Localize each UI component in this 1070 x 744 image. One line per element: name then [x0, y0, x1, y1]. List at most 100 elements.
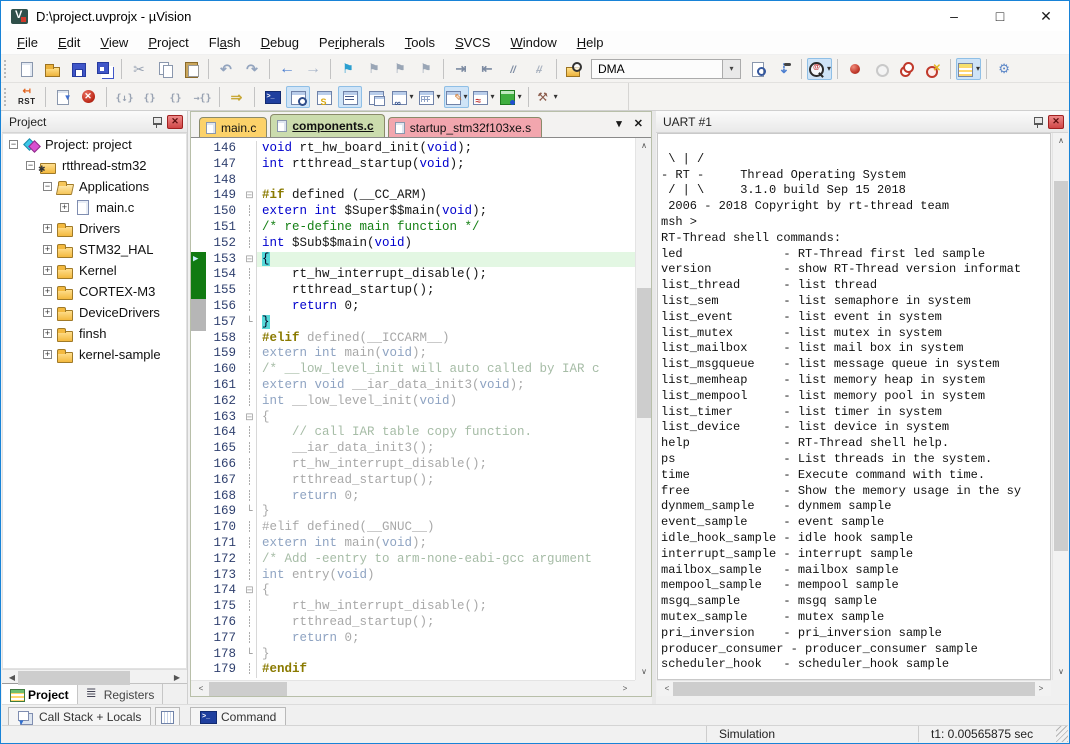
project-panel-close-icon[interactable]: [167, 115, 183, 129]
next-bookmark-button[interactable]: [362, 58, 386, 80]
incremental-find-button[interactable]: [772, 58, 796, 80]
menu-edit[interactable]: Edit: [48, 32, 90, 53]
new-file-button[interactable]: [14, 58, 38, 80]
call-stack-tab[interactable]: Call Stack + Locals: [8, 707, 151, 727]
menu-help[interactable]: Help: [567, 32, 614, 53]
undo-button[interactable]: [214, 58, 238, 80]
fold-marker-icon[interactable]: ⊟: [243, 252, 257, 268]
tree-item-devicedrivers[interactable]: +DeviceDrivers: [3, 302, 186, 323]
kill-all-breakpoints-button[interactable]: [921, 58, 945, 80]
symbol-window-button[interactable]: [312, 86, 336, 108]
tree-expander-icon[interactable]: +: [43, 329, 52, 338]
scrollbar-thumb[interactable]: [673, 682, 1035, 696]
disable-breakpoint-button[interactable]: [869, 58, 893, 80]
tree-item-rtthread-stm32[interactable]: −rtthread-stm32: [3, 155, 186, 176]
menu-peripherals[interactable]: Peripherals: [309, 32, 395, 53]
pin-icon[interactable]: [1033, 116, 1043, 128]
pin-icon[interactable]: [152, 116, 162, 128]
copy-button[interactable]: [153, 58, 177, 80]
navigate-back-button[interactable]: [275, 58, 299, 80]
editor-vscrollbar[interactable]: ∧ ∨: [635, 138, 651, 680]
project-tree-hscrollbar[interactable]: ◀ ▶: [2, 669, 187, 683]
lookup-symbol-caret-icon[interactable]: ▾: [827, 64, 831, 73]
reset-button[interactable]: ↤RST: [14, 86, 40, 108]
editor-hscrollbar[interactable]: < >: [191, 680, 635, 696]
code-editor[interactable]: 146void rt_hw_board_init(void);147int rt…: [191, 138, 635, 680]
tree-expander-icon[interactable]: −: [43, 182, 52, 191]
step-into-button[interactable]: [112, 86, 136, 108]
watch-window-button[interactable]: ▾: [390, 86, 415, 108]
fold-marker-icon[interactable]: ⊟: [243, 188, 257, 204]
stop-button[interactable]: [77, 86, 101, 108]
toolbar-grip[interactable]: [4, 88, 9, 106]
step-over-button[interactable]: [138, 86, 162, 108]
uart-vscrollbar[interactable]: ∧ ∨: [1052, 133, 1068, 680]
toolbar-grip[interactable]: [4, 60, 9, 78]
tree-item-kernel-sample[interactable]: +kernel-sample: [3, 344, 186, 365]
menu-debug[interactable]: Debug: [251, 32, 309, 53]
serial-windows-menu-caret-icon[interactable]: ▾: [464, 92, 468, 101]
watch-window-caret-icon[interactable]: ▾: [410, 92, 414, 101]
scrollbar-thumb[interactable]: [18, 671, 130, 685]
disable-all-breakpoints-button[interactable]: [895, 58, 919, 80]
command-tab[interactable]: Command: [190, 707, 286, 727]
memory-window-button[interactable]: [155, 707, 180, 727]
window-layout-button[interactable]: ▾: [956, 58, 981, 80]
editor-tab-main-c[interactable]: main.c: [199, 117, 267, 137]
scroll-right-arrow[interactable]: ▶: [169, 670, 185, 686]
command-window-button[interactable]: [260, 86, 284, 108]
toolbox-button[interactable]: ▾: [534, 86, 559, 108]
close-button[interactable]: ✕: [1023, 1, 1069, 31]
save-all-button[interactable]: [92, 58, 116, 80]
menu-file[interactable]: File: [7, 32, 48, 53]
logic-analyzer-button[interactable]: ▾: [471, 86, 496, 108]
tree-expander-icon[interactable]: +: [43, 266, 52, 275]
menu-window[interactable]: Window: [500, 32, 566, 53]
editor-tab-components-c[interactable]: components.c: [270, 114, 384, 137]
uncomment-selection-button[interactable]: [527, 58, 551, 80]
tree-item-finsh[interactable]: +finsh: [3, 323, 186, 344]
minimize-button[interactable]: –: [931, 1, 977, 31]
fold-marker-icon[interactable]: ⊟: [243, 583, 257, 599]
maximize-button[interactable]: □: [977, 1, 1023, 31]
lookup-symbol-button[interactable]: ▾: [807, 58, 832, 80]
find-combo[interactable]: DMA▾: [591, 59, 741, 79]
window-layout-caret-icon[interactable]: ▾: [976, 64, 980, 73]
panel-tab-registers[interactable]: Registers: [78, 684, 164, 705]
scroll-right-arrow[interactable]: >: [1033, 681, 1049, 697]
menu-svcs[interactable]: SVCS: [445, 32, 500, 53]
scrollbar-thumb[interactable]: [209, 682, 287, 696]
cut-button[interactable]: [127, 58, 151, 80]
comment-selection-button[interactable]: [501, 58, 525, 80]
scroll-right-arrow[interactable]: >: [617, 681, 633, 697]
tree-expander-icon[interactable]: −: [9, 140, 18, 149]
redo-button[interactable]: [240, 58, 264, 80]
memory-window-button[interactable]: ▾: [417, 86, 442, 108]
scrollbar-thumb[interactable]: [637, 288, 651, 418]
system-viewer-caret-icon[interactable]: ▾: [518, 92, 522, 101]
scroll-left-arrow[interactable]: <: [193, 681, 209, 697]
menu-project[interactable]: Project: [138, 32, 198, 53]
find-in-files-button[interactable]: [562, 58, 586, 80]
logic-analyzer-caret-icon[interactable]: ▾: [491, 92, 495, 101]
scroll-down-arrow[interactable]: ∨: [636, 664, 652, 680]
show-next-statement-button[interactable]: [225, 86, 249, 108]
editor-tab-startup-stm32f103xe-s[interactable]: startup_stm32f103xe.s: [388, 117, 542, 137]
tree-item-applications[interactable]: −Applications: [3, 176, 186, 197]
tree-expander-icon[interactable]: +: [43, 287, 52, 296]
toggle-breakpoint-button[interactable]: [843, 58, 867, 80]
tree-item-cortex-m3[interactable]: +CORTEX-M3: [3, 281, 186, 302]
memory-window-caret-icon[interactable]: ▾: [437, 92, 441, 101]
tree-expander-icon[interactable]: +: [43, 308, 52, 317]
paste-button[interactable]: [179, 58, 203, 80]
insert-bookmark-button[interactable]: [336, 58, 360, 80]
unindent-button[interactable]: [475, 58, 499, 80]
menu-tools[interactable]: Tools: [395, 32, 445, 53]
toolbox-caret-icon[interactable]: ▾: [554, 92, 558, 101]
uart-hscrollbar[interactable]: < >: [657, 680, 1051, 696]
serial-window-button[interactable]: [338, 86, 362, 108]
scrollbar-thumb[interactable]: [1054, 181, 1068, 551]
menu-view[interactable]: View: [90, 32, 138, 53]
tree-item-main-c[interactable]: +main.c: [3, 197, 186, 218]
run-to-cursor-button[interactable]: [190, 86, 214, 108]
